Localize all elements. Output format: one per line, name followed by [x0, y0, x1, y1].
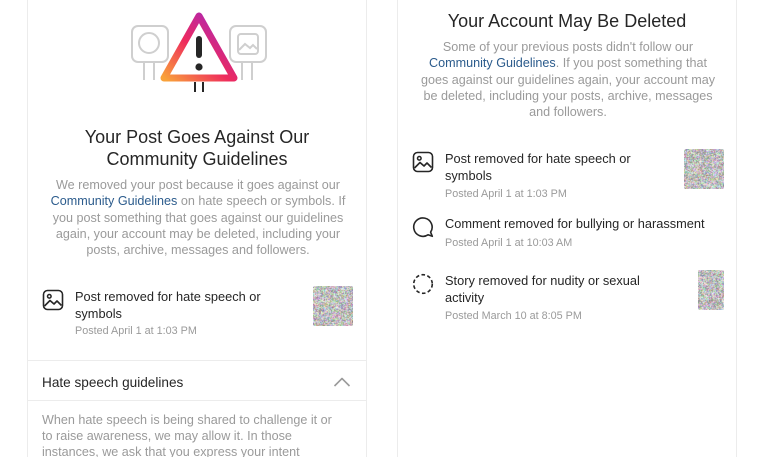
community-guidelines-link[interactable]: Community Guidelines — [429, 56, 556, 70]
post-thumbnail[interactable] — [684, 149, 724, 189]
divider — [28, 360, 366, 361]
item-title-line: activity — [445, 289, 485, 305]
title-line: Your Post Goes Against Our — [84, 127, 310, 147]
section-text-line: instances, we ask that you express your … — [42, 445, 300, 457]
item-title: Post removed for hate speech or symbols — [75, 289, 261, 322]
desc-line: goes against our guidelines again, your … — [420, 72, 716, 87]
item-title-line: Post removed for hate speech or — [75, 289, 261, 304]
story-thumbnail[interactable] — [698, 270, 724, 310]
item-title-line: Story removed for nudity or sexual — [445, 273, 640, 288]
item-timestamp: Posted April 1 at 1:03 PM — [75, 325, 197, 337]
description: We removed your post because it goes aga… — [38, 177, 358, 258]
left-screen: Your Post Goes Against Our Community Gui… — [27, 0, 367, 457]
page-title: Your Account May Be Deleted — [447, 11, 687, 31]
item-timestamp: Posted April 1 at 10:03 AM — [445, 237, 573, 249]
section-title[interactable]: Hate speech guidelines — [42, 374, 183, 392]
item-title-line: Post removed for hate speech or — [445, 151, 631, 166]
removed-post-item[interactable]: Post removed for hate speech or symbols … — [42, 289, 352, 341]
warning-illustration — [28, 0, 366, 110]
image-icon — [42, 289, 64, 311]
desc-text: . If you post something that — [555, 56, 707, 71]
section-text: When hate speech is being shared to chal… — [42, 412, 358, 457]
section-text-line: When hate speech is being shared to chal… — [42, 413, 332, 427]
desc-line: be deleted, including your posts, archiv… — [423, 88, 713, 103]
desc-line: you post something that goes against our… — [52, 210, 344, 225]
comment-icon — [412, 217, 434, 238]
item-title-line: symbols — [75, 305, 122, 321]
right-screen: Your Account May Be Deleted Some of your… — [397, 0, 737, 457]
removed-comment-item[interactable]: Comment removed for bullying or harassme… — [412, 216, 732, 252]
item-title: Comment removed for bullying or harassme… — [445, 216, 705, 233]
item-title: Post removed for hate speech or symbols — [445, 151, 631, 184]
page-title: Your Post Goes Against Our Community Gui… — [28, 126, 366, 170]
desc-line: Community Guidelines on hate speech or s… — [38, 193, 358, 209]
desc-line: and followers. — [529, 105, 607, 120]
post-thumbnail[interactable] — [313, 286, 353, 326]
desc-line: again, your account may be deleted, incl… — [55, 226, 341, 241]
desc-line: We removed your post because it goes aga… — [56, 178, 340, 192]
item-timestamp: Posted March 10 at 8:05 PM — [445, 310, 582, 322]
item-title-line: symbols — [445, 167, 492, 183]
title-line: Community Guidelines — [106, 149, 288, 169]
item-title-line: Comment removed for bullying or harassme… — [445, 216, 705, 231]
removed-story-item[interactable]: Story removed for nudity or sexual activ… — [412, 273, 722, 325]
desc-line: Community Guidelines. If you post someth… — [408, 55, 728, 71]
desc-line: Some of your previous posts didn't follo… — [442, 40, 694, 54]
description: Some of your previous posts didn't follo… — [408, 39, 728, 120]
divider — [28, 400, 366, 401]
community-guidelines-link[interactable]: Community Guidelines — [51, 194, 178, 208]
section-text-line: to raise awareness, we may allow it. In … — [42, 429, 292, 444]
item-timestamp: Posted April 1 at 1:03 PM — [445, 188, 567, 200]
story-icon — [412, 273, 434, 295]
image-icon — [412, 151, 434, 173]
desc-line: posts, archive, messages and followers. — [86, 243, 310, 258]
desc-text: on hate speech or symbols. If — [177, 194, 346, 209]
chevron-up-icon[interactable] — [333, 376, 351, 388]
removed-post-item[interactable]: Post removed for hate speech or symbols … — [412, 151, 722, 203]
item-title: Story removed for nudity or sexual activ… — [445, 273, 640, 306]
